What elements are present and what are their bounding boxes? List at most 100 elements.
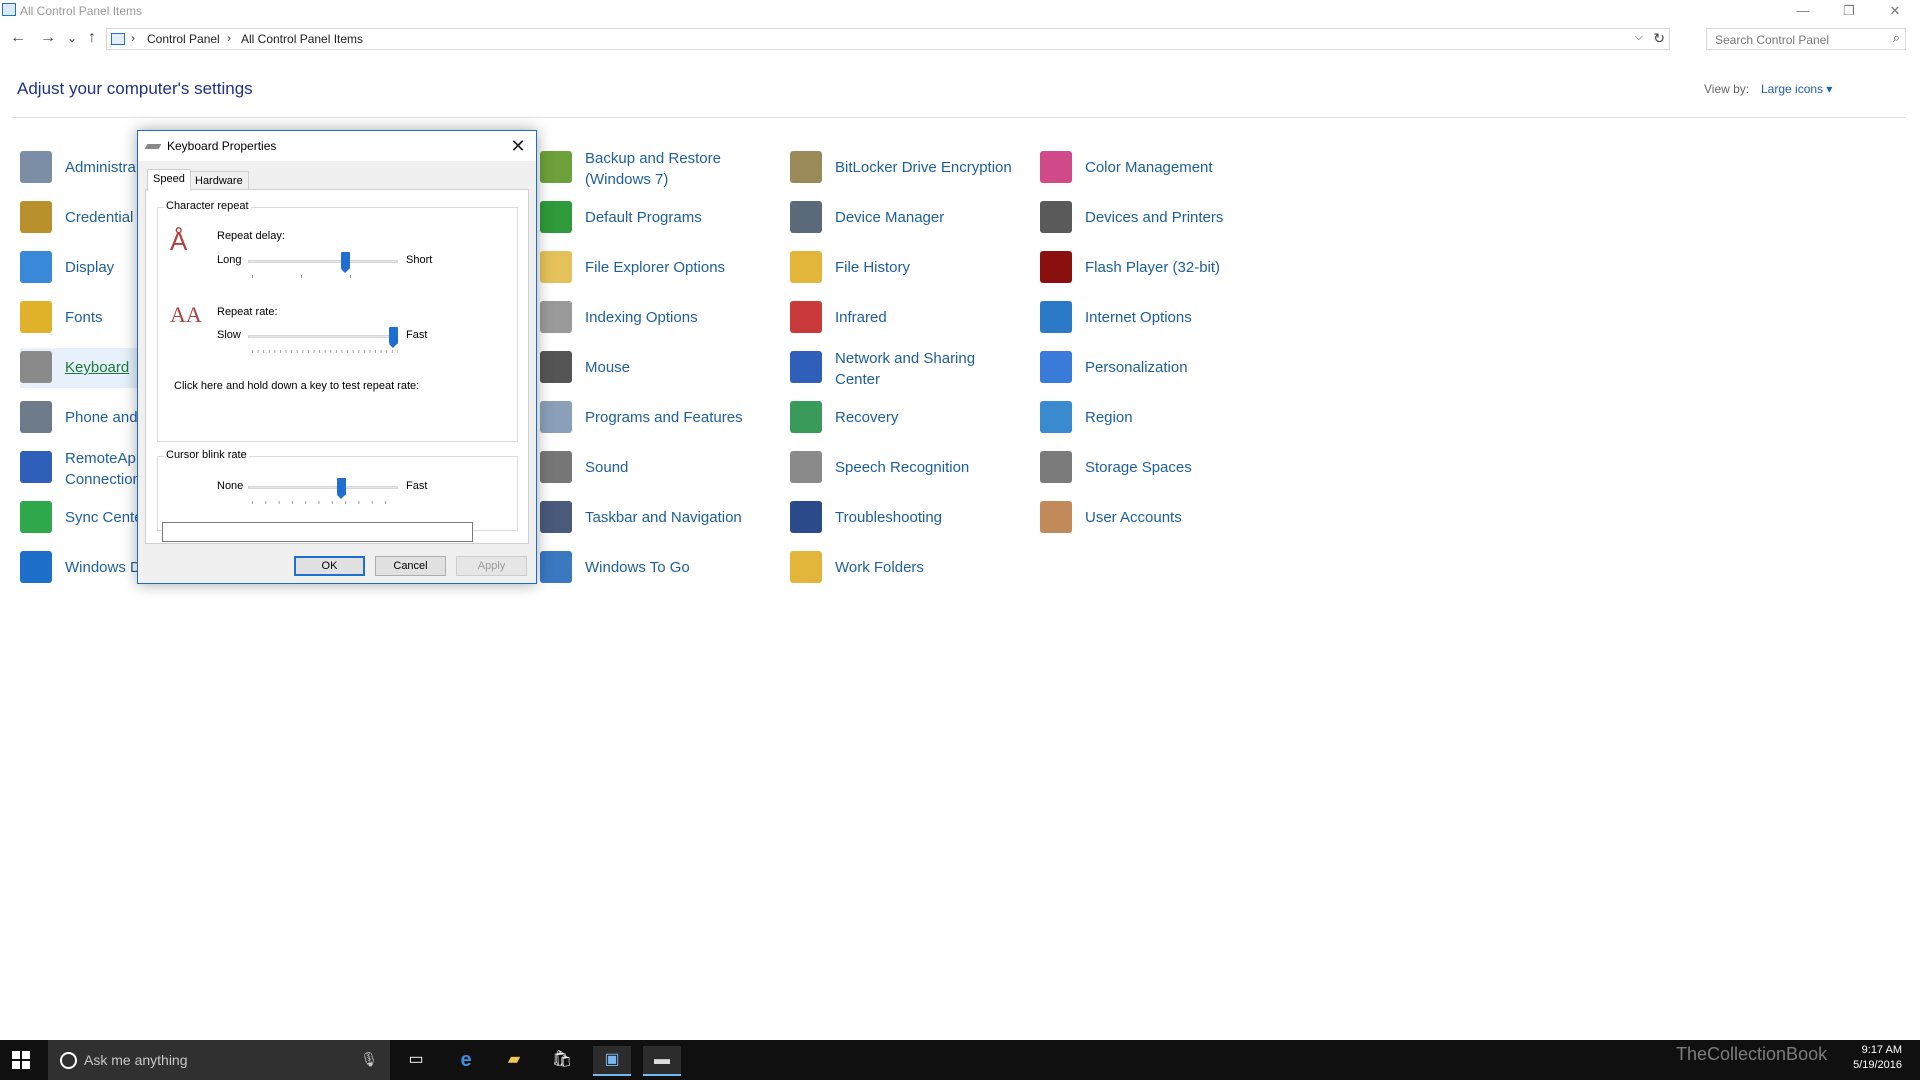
control-panel-item-troubleshooting[interactable]: Troubleshooting (790, 498, 1010, 538)
microphone-icon[interactable]: 🎙 (360, 1051, 378, 1068)
view-by-dropdown[interactable]: Large icons ▾ (1761, 82, 1832, 96)
mouse-icon (540, 351, 572, 383)
search-input[interactable] (1713, 30, 1887, 50)
breadcrumb-all-items[interactable]: All Control Panel Items (241, 32, 363, 46)
control-panel-item-speech-recognition[interactable]: Speech Recognition (790, 448, 1010, 488)
control-panel-item-credential[interactable]: Credential (20, 198, 138, 238)
up-icon[interactable]: ↑ (82, 28, 102, 48)
control-panel-item-network-and-sharing[interactable]: Network and Sharing Center (790, 348, 1010, 388)
control-panel-taskbar-icon[interactable]: ▣ (593, 1046, 631, 1076)
control-panel-item-file-history[interactable]: File History (790, 248, 1010, 288)
control-panel-item-bitlocker-drive-encryption[interactable]: BitLocker Drive Encryption (790, 148, 1012, 188)
phone-icon (20, 401, 52, 433)
indexing-icon (540, 301, 572, 333)
personalization-icon (1040, 351, 1072, 383)
file-explorer-icon[interactable]: ▰ (495, 1046, 533, 1074)
cortana-icon (60, 1052, 77, 1069)
repeat-rate-icon: AA (170, 302, 202, 327)
minimize-button[interactable]: — (1780, 0, 1826, 22)
control-panel-item-flash-player-32-bit[interactable]: Flash Player (32-bit) (1040, 248, 1260, 288)
task-view-icon[interactable]: ▭ (397, 1046, 435, 1074)
item-label: User Accounts (1085, 509, 1182, 526)
cortana-search-box[interactable]: Ask me anything 🎙 (48, 1040, 390, 1080)
search-box[interactable]: ⌕ (1706, 28, 1906, 50)
refresh-icon[interactable]: ↻ (1653, 30, 1665, 47)
control-panel-item-display[interactable]: Display (20, 248, 138, 288)
close-button[interactable]: ✕ (1872, 0, 1918, 22)
control-panel-item-administra[interactable]: Administra (20, 148, 138, 188)
cancel-button[interactable]: Cancel (375, 556, 446, 576)
control-panel-item-work-folders[interactable]: Work Folders (790, 548, 1010, 588)
control-panel-item-default-programs[interactable]: Default Programs (540, 198, 760, 238)
repeat-rate-slider[interactable] (389, 327, 398, 348)
cortana-placeholder: Ask me anything (84, 1052, 188, 1068)
item-label: Speech Recognition (835, 459, 970, 476)
ok-button[interactable]: OK (294, 556, 365, 576)
search-icon[interactable]: ⌕ (1893, 30, 1900, 46)
breadcrumb-separator: › (131, 31, 135, 45)
view-by-label: View by: (1704, 82, 1750, 96)
control-panel-item-sound[interactable]: Sound (540, 448, 760, 488)
repeat-delay-slider[interactable] (341, 252, 351, 273)
control-panel-item-windows-d[interactable]: Windows D (20, 548, 141, 588)
forward-icon[interactable]: → (38, 28, 58, 48)
control-panel-item-device-manager[interactable]: Device Manager (790, 198, 1010, 238)
color-management-icon (1040, 151, 1072, 183)
item-label: Backup and Restore (Windows 7) (585, 150, 721, 188)
cursor-blink-slider[interactable] (336, 478, 346, 499)
dialog-title-bar: Keyboard Properties ✕ (138, 131, 536, 161)
repeat-rate-test-input[interactable] (162, 522, 473, 542)
control-panel-item-backup-and-restore[interactable]: Backup and Restore (Windows 7) (540, 148, 760, 188)
item-label: Network and Sharing Center (835, 350, 976, 388)
recent-locations-icon[interactable]: ⌄ (62, 28, 82, 48)
control-panel-item-programs-and-features[interactable]: Programs and Features (540, 398, 760, 438)
start-button[interactable] (12, 1051, 30, 1069)
control-panel-item-indexing-options[interactable]: Indexing Options (540, 298, 760, 338)
control-panel-item-color-management[interactable]: Color Management (1040, 148, 1260, 188)
control-panel-item-windows-to-go[interactable]: Windows To Go (540, 548, 760, 588)
character-repeat-label: Character repeat (164, 200, 251, 212)
control-panel-item-devices-and-printers[interactable]: Devices and Printers (1040, 198, 1260, 238)
tab-hardware[interactable]: Hardware (189, 171, 249, 190)
control-panel-item-recovery[interactable]: Recovery (790, 398, 1010, 438)
test-prompt-label: Click here and hold down a key to test r… (174, 380, 420, 392)
system-clock[interactable]: 9:17 AM 5/19/2016 (1853, 1043, 1902, 1073)
control-panel-item-fonts[interactable]: Fonts (20, 298, 138, 338)
control-panel-item-sync-cente[interactable]: Sync Cente (20, 498, 143, 538)
user-accounts-icon (1040, 501, 1072, 533)
store-icon[interactable]: 🛍 (543, 1046, 581, 1074)
tab-speed[interactable]: Speed (147, 169, 191, 191)
address-bar[interactable]: › Control Panel › All Control Panel Item… (106, 28, 1670, 50)
back-icon[interactable]: ← (8, 28, 28, 48)
taskbar: Ask me anything 🎙 ▭ e ▰ 🛍 ▣ ▬ 9:17 AM 5/… (0, 1040, 1920, 1080)
restore-button[interactable]: ❐ (1826, 0, 1872, 22)
repeat-delay-icon: Å (170, 226, 188, 256)
control-panel-item-phone-and[interactable]: Phone and (20, 398, 138, 438)
apply-button[interactable]: Apply (456, 556, 527, 576)
item-label: Infrared (835, 309, 887, 326)
dialog-close-button[interactable]: ✕ (506, 134, 530, 158)
cursor-blink-track (248, 486, 398, 489)
region-icon (1040, 401, 1072, 433)
control-panel-item-region[interactable]: Region (1040, 398, 1260, 438)
printer-icon (1040, 201, 1072, 233)
control-panel-item-taskbar-and-navigation[interactable]: Taskbar and Navigation (540, 498, 760, 538)
control-panel-item-keyboard[interactable]: Keyboard (20, 348, 138, 388)
control-panel-item-personalization[interactable]: Personalization (1040, 348, 1260, 388)
edge-icon[interactable]: e (447, 1046, 485, 1074)
keyboard-properties-dialog: Keyboard Properties ✕ Speed Hardware Cha… (137, 130, 537, 584)
address-dropdown-icon[interactable]: ⌵ (1635, 31, 1643, 44)
item-label: Windows To Go (585, 559, 690, 576)
control-panel-item-internet-options[interactable]: Internet Options (1040, 298, 1260, 338)
control-panel-item-user-accounts[interactable]: User Accounts (1040, 498, 1260, 538)
control-panel-item-remoteap[interactable]: RemoteAp Connection (20, 448, 141, 488)
control-panel-item-infrared[interactable]: Infrared (790, 298, 1010, 338)
item-label: Troubleshooting (835, 509, 943, 526)
control-panel-item-mouse[interactable]: Mouse (540, 348, 760, 388)
breadcrumb-control-panel[interactable]: Control Panel (147, 32, 220, 46)
keyboard-taskbar-icon[interactable]: ▬ (643, 1046, 681, 1076)
control-panel-item-storage-spaces[interactable]: Storage Spaces (1040, 448, 1260, 488)
display-icon (20, 251, 52, 283)
item-label: Region (1085, 409, 1133, 426)
control-panel-item-file-explorer-options[interactable]: File Explorer Options (540, 248, 760, 288)
